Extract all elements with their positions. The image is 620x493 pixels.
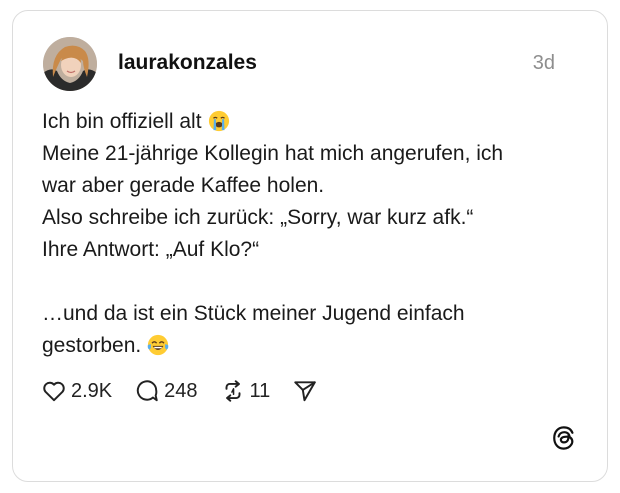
post-timestamp: 3d — [532, 52, 555, 74]
post-text: Ich bin offiziell alt Meine 21-jährige K… — [42, 106, 582, 362]
comment-button[interactable]: 248 — [134, 378, 198, 404]
post-card: laurakonzales 3d Ich bin offiziell alt M… — [12, 10, 608, 482]
post-actions: 2.9K 248 11 — [41, 376, 344, 406]
comment-count: 248 — [164, 379, 198, 402]
username[interactable]: laurakonzales — [118, 51, 257, 75]
post-text-line: Meine 21-jährige Kollegin hat mich anger… — [42, 142, 504, 165]
post-text-line: Ich bin offiziell alt — [42, 106, 582, 138]
post-text-line-text: Ich bin offiziell alt — [42, 110, 202, 133]
post-text-line — [42, 266, 582, 298]
repost-count: 11 — [249, 379, 271, 402]
tears-of-joy-emoji — [147, 334, 169, 356]
post-text-line: Also schreibe ich zurück: „Sorry, war ku… — [42, 206, 474, 229]
crying-face-emoji — [208, 110, 229, 132]
post-text-line: Ihre Antwort: „Auf Klo?“ — [42, 238, 260, 261]
threads-logo-icon — [553, 426, 574, 450]
repost-button[interactable]: 11 — [220, 378, 271, 404]
share-button[interactable] — [292, 378, 322, 404]
post-text-line: gestorben. — [42, 330, 582, 362]
post-text-line: …und da ist ein Stück meiner Jugend einf… — [42, 302, 465, 325]
post-text-line: war aber gerade Kaffee holen. — [42, 174, 325, 197]
like-button[interactable]: 2.9K — [41, 378, 112, 404]
send-icon — [294, 381, 317, 402]
comment-bubble-icon — [137, 380, 158, 402]
like-count: 2.9K — [71, 379, 113, 402]
heart-icon — [43, 381, 65, 402]
post-text-line-text: gestorben. — [42, 334, 142, 357]
repost-icon — [225, 380, 241, 402]
avatar[interactable] — [43, 37, 97, 91]
